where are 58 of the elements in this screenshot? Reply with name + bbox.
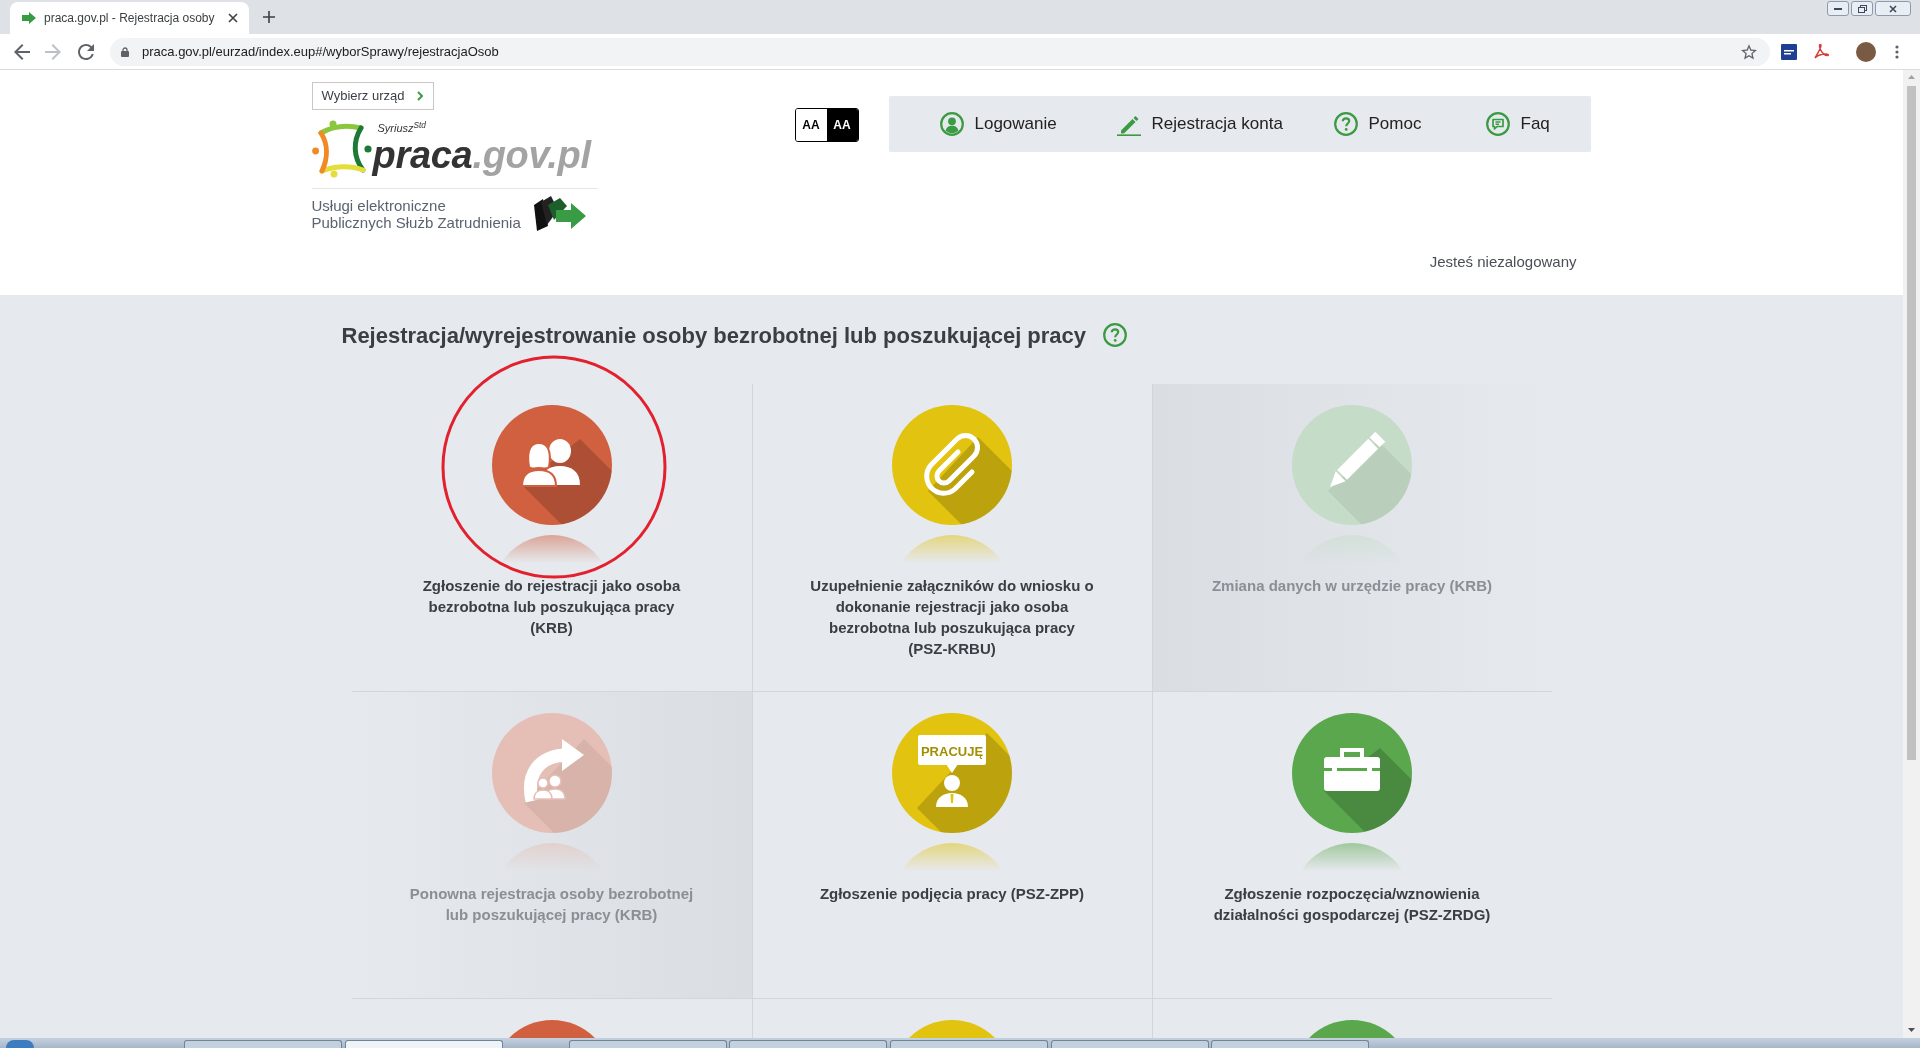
forward-arrow-icon — [45, 43, 61, 60]
user-icon — [939, 112, 964, 136]
scrollbar-thumb[interactable] — [1907, 86, 1916, 760]
close-window-button[interactable] — [1875, 1, 1911, 16]
chevron-right-icon — [417, 91, 424, 101]
logo-wordmark: praca.gov.pl — [372, 135, 591, 175]
office-select-button[interactable]: Wybierz urząd — [311, 82, 435, 110]
help-icon — [1333, 112, 1358, 136]
arrow-icon — [22, 12, 36, 24]
nav-link[interactable]: Logowanie — [939, 111, 1057, 137]
minimize-button[interactable] — [1827, 1, 1849, 16]
start-button[interactable] — [6, 1040, 34, 1048]
close-icon[interactable] — [228, 13, 238, 23]
nav-link[interactable]: Faq — [1485, 111, 1550, 137]
reload-icon — [78, 43, 94, 60]
address-bar[interactable]: praca.gov.pl/eurzad/index.eup#/wyborSprawy/rejestracjaOsob — [110, 37, 1770, 66]
taskbar-button[interactable] — [1051, 1040, 1209, 1048]
scroll-up-icon[interactable] — [1908, 75, 1915, 79]
cards-arrow-icon — [533, 196, 586, 232]
contrast-button[interactable]: AA — [826, 109, 858, 141]
taskbar-button[interactable] — [569, 1040, 727, 1048]
taskbar-button[interactable] — [1211, 1040, 1369, 1048]
service-tile[interactable]: Uzupełnienie załączników do wniosku o dokonanie rejestracji jako osoba bezrobotna lub poszukująca pracy (PSZ-KRBU) — [751, 384, 1152, 691]
help-icon[interactable] — [1103, 323, 1128, 347]
service-tile[interactable]: Zgłoszenie do rejestracji jako osoba bezrobotna lub poszukująca pracy (KRB) — [351, 384, 752, 691]
extension-icon[interactable] — [1813, 43, 1829, 60]
taskbar-button[interactable] — [890, 1040, 1048, 1048]
login-status: Jesteś niezalogowany — [1429, 253, 1577, 271]
scrollbar[interactable] — [1903, 70, 1920, 1038]
extension-icon[interactable] — [1781, 43, 1797, 60]
lock-icon — [121, 46, 129, 57]
nav-link[interactable]: Rejestracja konta — [1116, 111, 1283, 137]
profile-avatar[interactable] — [1856, 41, 1876, 62]
scroll-down-icon[interactable] — [1908, 1028, 1915, 1032]
logo-subtitle: Syriusz$^{Std}$ — [377, 122, 427, 135]
service-tile[interactable]: Zgłoszenie rozpoczęcia/wznowienia działalności gospodarczej (PSZ-ZRDG) — [1151, 691, 1552, 998]
taskbar-button[interactable] — [184, 1040, 342, 1048]
star-icon[interactable] — [1741, 43, 1757, 60]
service-tile[interactable]: PRACUJĘ Zgłoszenie podjęcia pracy (PSZ-ZPP) — [751, 691, 1152, 998]
logo-tagline: Usługi elektroniczne Publicznych Służb Zatrudnienia — [311, 197, 521, 231]
person-icon — [936, 775, 968, 807]
speech-bubble-icon — [1485, 112, 1510, 136]
close-icon — [1889, 4, 1897, 13]
logo-icon — [311, 120, 372, 178]
taskbar-button[interactable] — [345, 1040, 503, 1048]
restore-icon — [1857, 4, 1867, 13]
speech-bubble-text: PRACUJĘ — [920, 743, 984, 759]
taskbar-button[interactable] — [729, 1040, 887, 1048]
menu-icon[interactable] — [1895, 44, 1899, 59]
plus-icon — [263, 11, 275, 23]
pencil-icon — [1292, 405, 1412, 525]
back-arrow-icon — [14, 43, 30, 60]
nav-link[interactable]: Pomoc — [1333, 111, 1422, 137]
paperclip-icon — [892, 405, 1012, 525]
minimize-icon — [1834, 7, 1842, 10]
page-heading: Rejestracja/wyrejestrowanie osoby bezrobotnej lub poszukującej pracy — [341, 321, 1087, 350]
restore-button[interactable] — [1851, 1, 1873, 16]
browser-tab[interactable]: praca.gov.pl - Rejestracja osoby — [10, 2, 249, 34]
